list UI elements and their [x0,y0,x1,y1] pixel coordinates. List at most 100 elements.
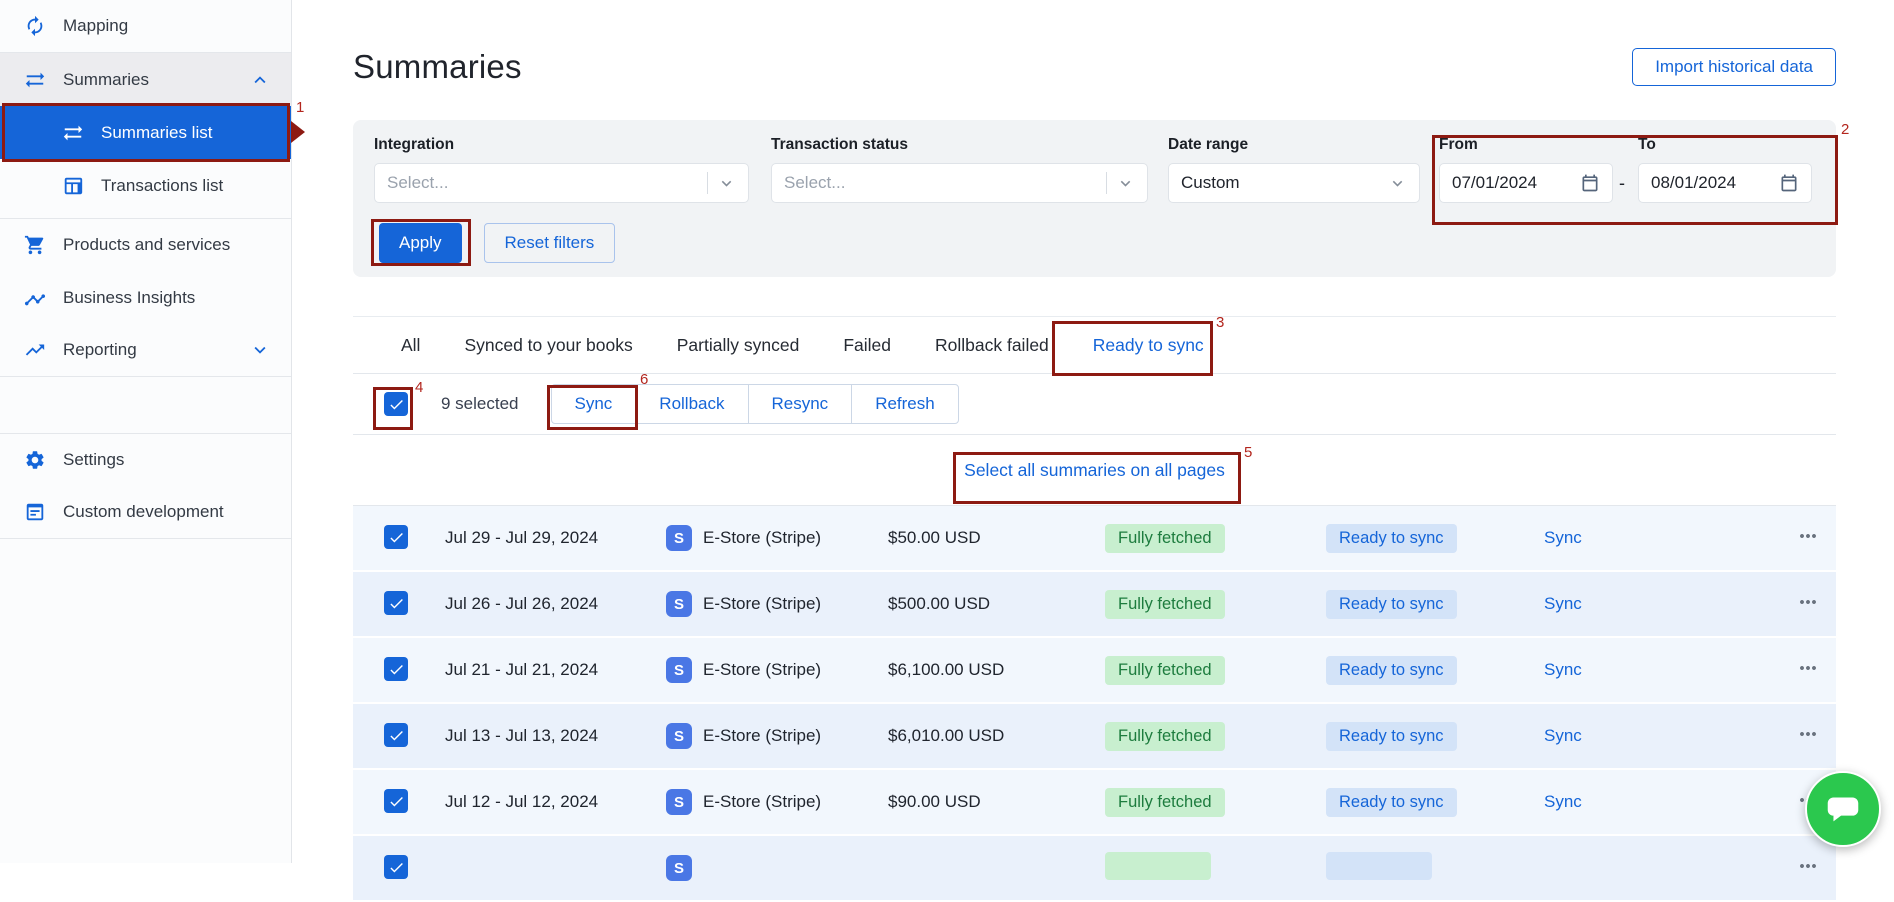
sidebar-item-label: Settings [63,450,125,469]
row-action-cell: Sync [1544,726,1796,746]
date-range-filter: Date range Custom [1168,136,1420,203]
check-icon [389,532,403,543]
row-integration-cell: S E-Store (Stripe) [666,723,888,749]
sidebar-item-label: Mapping [63,16,129,35]
tab-ready-to-sync[interactable]: Ready to sync [1093,335,1204,356]
row-fetch-cell [1105,851,1326,885]
row-checkbox[interactable] [384,855,408,880]
calendar-icon[interactable] [1779,173,1799,193]
from-date-input[interactable]: 07/01/2024 [1439,163,1613,203]
row-sync-link[interactable]: Sync [1544,528,1582,547]
date-range-select[interactable]: Custom [1168,163,1420,203]
stripe-icon: S [666,789,692,815]
row-checkbox[interactable] [384,525,408,550]
row-integration-cell: S E-Store (Stripe) [666,591,888,617]
row-date: Jul 26 - Jul 26, 2024 [445,594,599,613]
row-integration-cell: S E-Store (Stripe) [666,657,888,683]
calendar-icon[interactable] [1580,173,1600,193]
chevron-down-icon [1120,180,1131,187]
row-checkbox[interactable] [384,591,408,616]
tab-failed[interactable]: Failed [843,335,891,356]
row-fetch-cell: Fully fetched [1105,721,1326,751]
sidebar-item-products-and-services[interactable]: Products and services [0,218,291,271]
reset-filters-button[interactable]: Reset filters [483,223,616,263]
to-date-filter: To 08/01/2024 [1638,136,1812,203]
tab-rollback-failed[interactable]: Rollback failed [935,335,1049,356]
row-menu-cell [1796,722,1836,751]
row-checkbox-cell [353,591,445,617]
to-date-value: 08/01/2024 [1651,173,1737,192]
check-icon [389,796,403,807]
chat-bubble-icon [1827,797,1859,822]
row-sync-link[interactable]: Sync [1544,660,1582,679]
row-integration-cell: S [666,855,888,881]
sidebar-item-custom-development[interactable]: Custom development [0,486,291,539]
fetch-status-badge: Fully fetched [1105,523,1225,553]
row-integration: E-Store (Stripe) [703,528,822,547]
row-integration: E-Store (Stripe) [703,792,822,811]
summaries-table: Jul 29 - Jul 29, 2024 S E-Store (Stripe) $5… [353,506,1836,902]
row-sync-cell [1326,851,1544,885]
fetch-status-badge: Fully fetched [1105,721,1225,751]
resync-button[interactable]: Resync [747,384,853,424]
apply-button[interactable]: Apply [379,223,462,263]
row-menu-icon[interactable] [1796,524,1820,548]
row-integration: E-Store (Stripe) [703,594,822,613]
filter-panel: Integration Select... Transaction status… [353,120,1836,277]
stripe-icon: S [666,855,692,881]
sidebar-item-reporting[interactable]: Reporting [0,324,291,377]
tab-synced-to-your-books[interactable]: Synced to your books [464,335,632,356]
refresh-button[interactable]: Refresh [851,384,959,424]
chevron-down-icon [1392,180,1403,187]
row-amount: $50.00 USD [888,528,981,547]
row-menu-icon[interactable] [1796,590,1820,614]
sidebar-item-business-insights[interactable]: Business Insights [0,271,291,324]
main-area: Summaries Import historical data Integra… [292,0,1894,902]
sidebar-item-label: Business Insights [63,287,196,307]
rollback-button[interactable]: Rollback [635,384,749,424]
import-historical-data-button[interactable]: Import historical data [1632,48,1836,86]
row-integration: E-Store (Stripe) [703,726,822,745]
integration-select[interactable]: Select... [374,163,749,203]
select-all-pages-link[interactable]: Select all summaries on all pages [964,460,1225,481]
row-sync-link[interactable]: Sync [1544,594,1582,613]
selected-count: 9 selected [441,394,519,413]
row-checkbox[interactable] [384,789,408,814]
chevron-up-icon [254,75,266,83]
row-menu-icon[interactable] [1796,854,1820,878]
row-menu-icon[interactable] [1796,656,1820,680]
tab-partially-synced[interactable]: Partially synced [677,335,800,356]
sidebar-item-settings[interactable]: Settings [0,433,291,486]
sidebar-item-transactions-list[interactable]: Transactions list [0,159,291,212]
sidebar-item-label: Transactions list [101,175,224,195]
chat-widget-button[interactable] [1805,771,1881,847]
fetch-status-badge: Fully fetched [1105,787,1225,817]
row-menu-cell [1796,590,1836,619]
sidebar-item-summaries[interactable]: Summaries [0,53,291,106]
sidebar-item-mapping[interactable]: Mapping [0,0,291,53]
select-all-checkbox[interactable] [384,392,408,416]
row-amount: $90.00 USD [888,792,981,811]
sidebar-item-summaries-list[interactable]: Summaries list [0,106,291,159]
row-checkbox[interactable] [384,723,408,748]
check-icon [389,664,403,675]
row-sync-link[interactable]: Sync [1544,792,1582,811]
fetch-status-badge: Fully fetched [1105,589,1225,619]
row-fetch-cell: Fully fetched [1105,655,1326,685]
cart-icon [24,235,44,255]
row-sync-link[interactable]: Sync [1544,726,1582,745]
row-menu-cell [1796,524,1836,553]
transaction-status-select[interactable]: Select... [771,163,1148,203]
sync-button[interactable]: Sync [550,384,637,424]
check-icon [389,862,403,873]
row-amount: $6,010.00 USD [888,726,1005,745]
row-menu-icon[interactable] [1796,722,1820,746]
row-action-cell: Sync [1544,528,1796,548]
chevron-down-icon [254,346,266,354]
row-action-cell: Sync [1544,792,1796,812]
to-date-input[interactable]: 08/01/2024 [1638,163,1812,203]
tabs: All Synced to your books Partially synced F… [353,316,1836,374]
tab-all[interactable]: All [401,335,420,356]
row-checkbox[interactable] [384,657,408,682]
row-action-cell: Sync [1544,594,1796,614]
